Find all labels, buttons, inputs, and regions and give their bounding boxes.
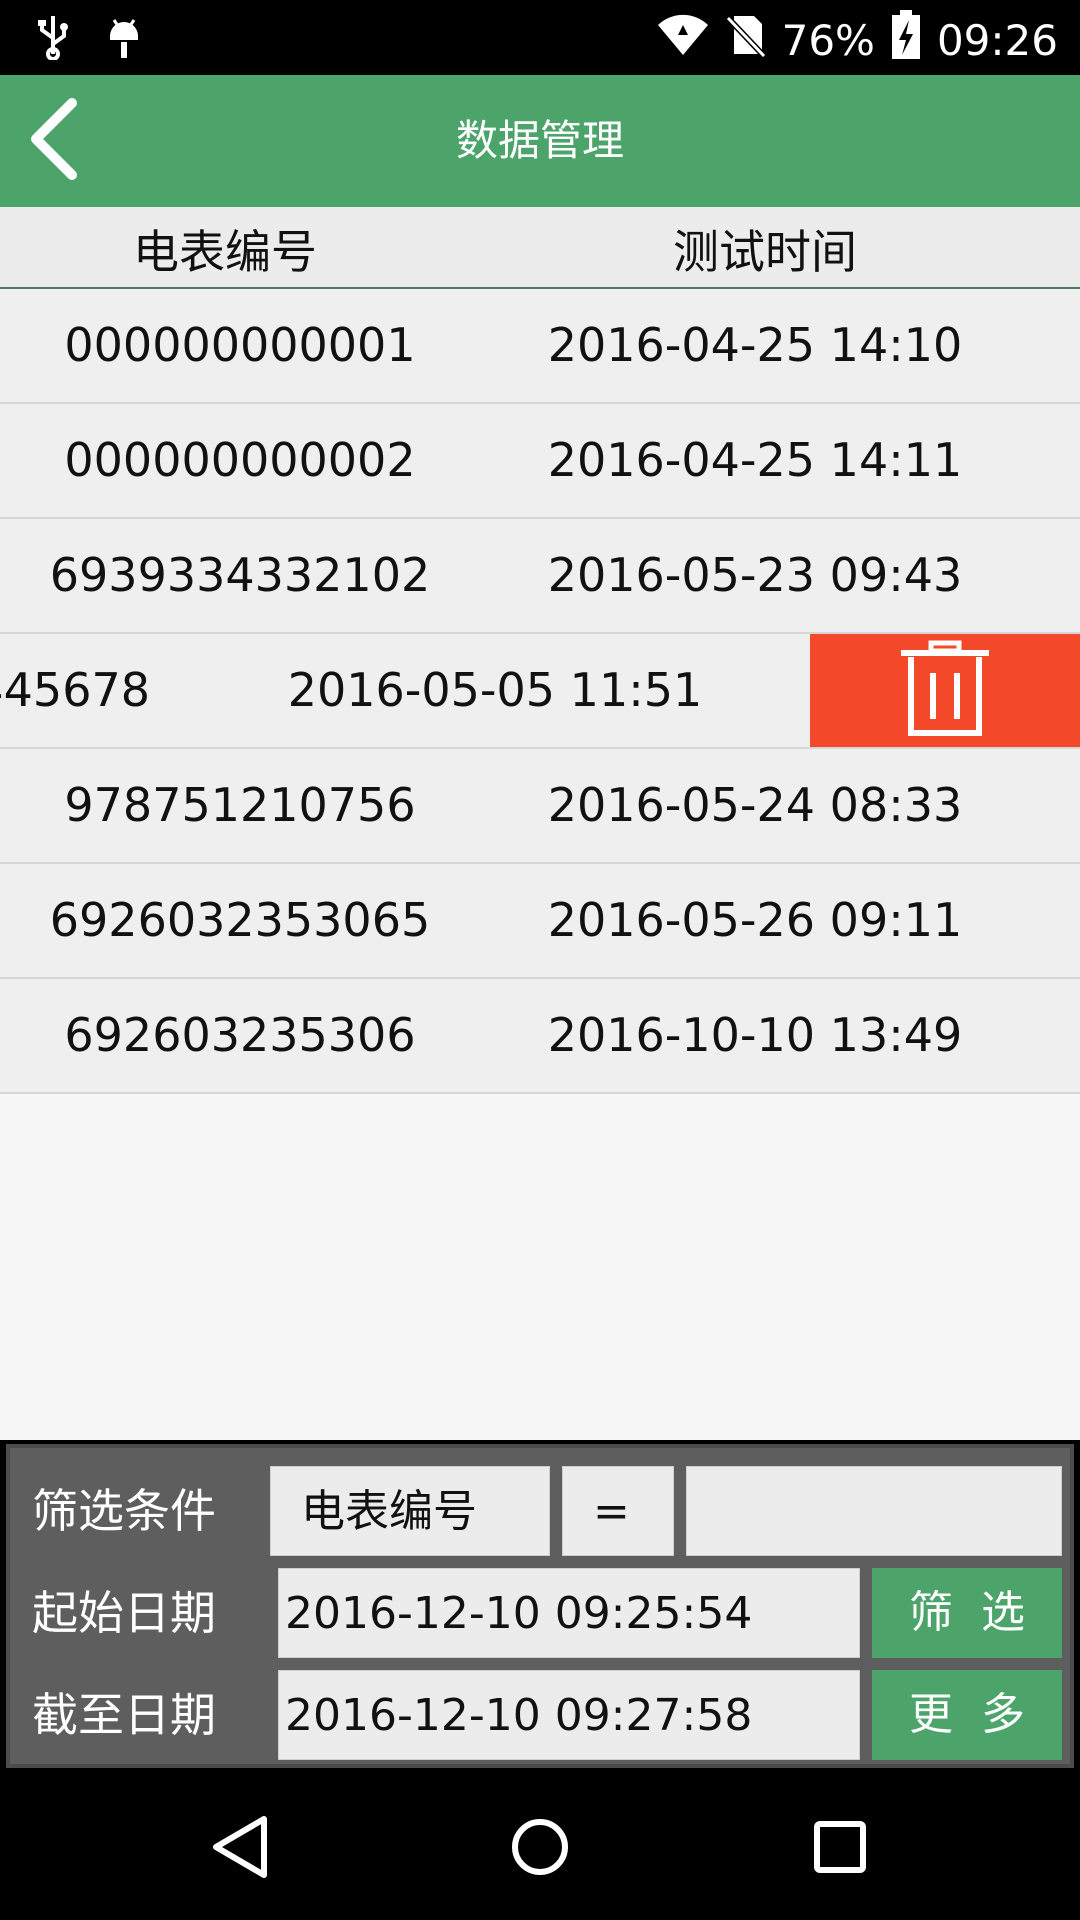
filter-panel: 筛选条件 电表编号 = 起始日期 2016-12-10 09:25:54 筛选 …	[6, 1444, 1074, 1768]
test-time-cell: 2016-05-26 09:11	[547, 893, 963, 947]
android-debug-icon	[106, 14, 142, 64]
trash-icon	[895, 639, 995, 743]
start-date-label: 起始日期	[32, 1586, 216, 1640]
nav-back-triangle-icon	[210, 1815, 270, 1883]
table-row[interactable]: 6926032353065 2016-05-26 09:11	[0, 864, 1080, 979]
nav-recents-square-icon	[813, 1820, 867, 1878]
table-row[interactable]: 000000000002 2016-04-25 14:11	[0, 404, 1080, 519]
nav-recents-button[interactable]	[800, 1809, 880, 1889]
no-sim-icon	[725, 12, 766, 68]
table-row-swiped[interactable]: 445678 2016-05-05 11:51	[0, 634, 1080, 749]
filter-condition-label: 筛选条件	[32, 1484, 216, 1538]
column-header-test-time: 测试时间	[673, 225, 857, 279]
data-list-area: 电表编号 测试时间 000000000001 2016-04-25 14:10 …	[0, 207, 1080, 1440]
meter-id-cell: 978751210756	[64, 778, 416, 832]
end-date-input[interactable]: 2016-12-10 09:27:58	[278, 1670, 860, 1760]
battery-percent: 76%	[781, 15, 875, 65]
test-time-cell: 2016-04-25 14:11	[547, 433, 963, 487]
test-time-cell: 2016-04-25 14:10	[547, 318, 963, 372]
meter-id-cell: 692603235306	[64, 1008, 416, 1062]
table-row[interactable]: 6939334332102 2016-05-23 09:43	[0, 519, 1080, 634]
column-header-meter-id: 电表编号	[133, 225, 317, 279]
table-row[interactable]: 000000000001 2016-04-25 14:10	[0, 289, 1080, 404]
wifi-icon	[656, 13, 710, 67]
nav-back-button[interactable]	[200, 1809, 280, 1889]
meter-id-cell: 000000000002	[64, 433, 416, 487]
data-list: 000000000001 2016-04-25 14:10 0000000000…	[0, 289, 1080, 1094]
filter-button[interactable]: 筛选	[872, 1568, 1062, 1658]
test-time-cell: 2016-10-10 13:49	[547, 1008, 963, 1062]
battery-charging-icon	[891, 10, 921, 70]
table-row[interactable]: 978751210756 2016-05-24 08:33	[0, 749, 1080, 864]
meter-id-cell: 445678	[0, 663, 150, 717]
navigation-bar	[0, 1778, 1080, 1920]
start-date-input[interactable]: 2016-12-10 09:25:54	[278, 1568, 860, 1658]
meter-id-cell: 6939334332102	[49, 548, 431, 602]
end-date-label: 截至日期	[32, 1688, 216, 1742]
table-row[interactable]: 692603235306 2016-10-10 13:49	[0, 979, 1080, 1094]
table-header: 电表编号 测试时间	[0, 207, 1080, 289]
status-bar: 76% 09:26	[0, 0, 1080, 75]
meter-id-cell: 000000000001	[64, 318, 416, 372]
clock: 09:26	[936, 15, 1058, 65]
more-button[interactable]: 更多	[872, 1670, 1062, 1760]
test-time-cell: 2016-05-24 08:33	[547, 778, 963, 832]
page-title: 数据管理	[455, 116, 624, 165]
filter-operator-select[interactable]: =	[562, 1466, 674, 1556]
nav-home-button[interactable]	[500, 1809, 580, 1889]
test-time-cell: 2016-05-23 09:43	[547, 548, 963, 602]
filter-value-input[interactable]	[686, 1466, 1062, 1556]
app-bar: 数据管理	[0, 75, 1080, 207]
filter-field-select[interactable]: 电表编号	[270, 1466, 550, 1556]
nav-home-circle-icon	[510, 1817, 570, 1881]
delete-row-button[interactable]	[810, 634, 1080, 747]
test-time-cell: 2016-05-05 11:51	[287, 663, 703, 717]
usb-icon	[36, 14, 70, 64]
meter-id-cell: 6926032353065	[49, 893, 431, 947]
